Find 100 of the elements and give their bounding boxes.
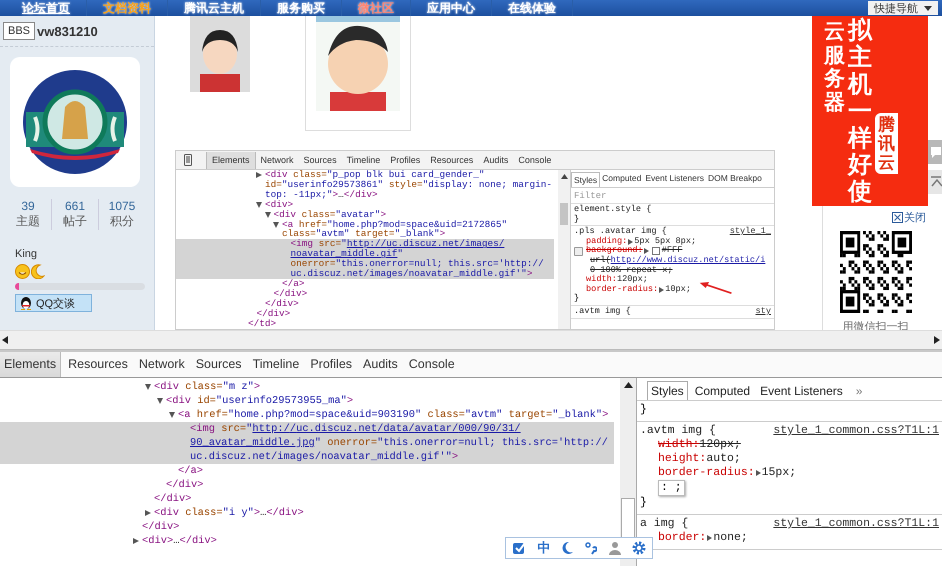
expand-arrow-icon[interactable] [659,286,664,293]
punctuation-icon[interactable] [585,541,598,555]
ad-text: 云服务器 [824,20,845,114]
styles-tab[interactable]: Event Listeners [643,170,706,187]
devtools-tab[interactable]: Elements [0,352,62,377]
vertical-scrollbar[interactable] [558,170,570,329]
scrollbar-thumb[interactable] [621,498,635,540]
device-icon[interactable] [184,154,192,166]
caret-icon [924,6,932,10]
devtools-tab[interactable]: Timeline [342,152,386,168]
code-line: <div class="i y">…</div> [154,506,304,520]
source-link[interactable]: style_1_common.css?T1L:1 [773,517,939,531]
css-selector: element.style { [574,205,652,214]
devtools-tab[interactable]: Network [134,352,189,377]
css-value: 10px; [665,284,691,294]
expand-arrow-icon[interactable] [145,510,151,516]
expand-arrow-icon[interactable] [273,222,279,228]
scroll-right-icon[interactable] [934,336,940,344]
devtools-tab[interactable]: Audits [478,152,514,168]
devtools-tab[interactable]: Resources [425,152,478,168]
styles-tab[interactable]: Styles [571,172,600,187]
username[interactable]: vw831210 [37,24,98,38]
nav-link[interactable]: 应用中心 [411,0,492,16]
css-value: none; [713,531,748,545]
scroll-left-icon[interactable] [2,336,8,344]
devtools-tab[interactable]: Console [404,352,459,377]
code-line: </div> [142,520,180,534]
css-edit-field[interactable]: : ; [658,480,685,496]
css-selector: .avtm img { [640,424,716,438]
styles-tab[interactable]: Styles [647,381,688,400]
expand-arrow-icon[interactable] [256,202,262,208]
scroll-up-icon[interactable] [624,382,632,388]
code-line: <div class="avatar"> [274,210,386,220]
stat-value[interactable]: 39 [21,199,35,213]
close-link[interactable]: 关闭 [892,210,926,226]
devtools-tab[interactable]: Elements [206,152,256,168]
source-link[interactable]: sty [756,306,771,317]
quick-nav-dropdown[interactable]: 快捷导航 [868,1,938,15]
scroll-up-icon[interactable] [560,174,568,179]
horizontal-scrollbar[interactable] [0,330,942,350]
user-icon[interactable] [608,541,621,555]
expand-arrow-icon[interactable] [628,238,634,245]
qq-chat-button[interactable]: QQ交谈 [15,294,92,312]
expand-arrow-icon[interactable] [756,470,761,476]
devtools-tab[interactable]: Audits [359,352,402,377]
tooltip: BBS [3,22,36,40]
css-value: 5px 5px 8px; [634,236,696,246]
code-line: <div> [265,200,294,210]
styles-tab[interactable]: Computed [600,170,644,187]
styles-tab[interactable]: Computed [692,382,754,400]
color-swatch[interactable] [652,247,660,256]
scrollbar-thumb[interactable] [560,203,568,225]
back-to-top-icon[interactable] [928,170,942,194]
devtools-tab[interactable]: Sources [192,352,246,377]
css-property: height: [658,452,706,466]
source-link[interactable]: style_1_ [730,227,771,237]
expand-arrow-icon[interactable] [256,172,262,178]
css-value: #FFF [662,246,682,256]
code-line: <div class="p_pop blk bui card_gender_" id="userinfo29573861" style="display: none; margin-top: -11px;">…</div> [265,170,553,200]
expand-arrow-icon[interactable] [133,538,139,544]
css-value: 15px; [762,466,796,480]
css-selector: .pls .avatar img { [574,227,667,236]
source-link[interactable]: style_1_common.css?T1L:1 [773,424,939,438]
devtools-tab[interactable]: Network [256,152,299,168]
stat-value[interactable]: 1075 [108,199,136,213]
css-property: width: [586,275,617,284]
devtools-tab[interactable]: Sources [298,152,342,168]
devtools-tab[interactable]: Profiles [385,152,426,168]
styles-tab[interactable]: DOM Breakpo [706,170,764,187]
css-brace: } [574,294,580,304]
expand-arrow-icon[interactable] [707,535,712,541]
expand-arrow-icon[interactable] [157,398,163,404]
css-value: 0 100% repeat-x; [590,266,674,275]
code-line: </td> [248,318,276,328]
css-value: auto; [706,452,741,466]
checkbox[interactable] [574,246,583,256]
stat-value[interactable]: 661 [64,199,86,213]
code-line: </a> [178,464,203,478]
close-icon[interactable] [892,212,903,224]
code-line: <a href="home.php?mod=space&uid=903190" class="avtm" target="_blank"> [178,408,608,422]
settings-icon[interactable] [632,541,646,555]
code-line: <a href="home.php?mod=space&uid=2172865" class="avtm" target="_blank"> [282,220,508,240]
devtools-tab[interactable]: Resources [64,352,132,377]
devtools-tab[interactable]: Console [513,152,556,168]
input-mode-toggle[interactable]: 中 [537,539,550,557]
penguin-icon [20,296,32,310]
devtools-tab[interactable]: Timeline [248,352,304,377]
devtools-tab[interactable]: Profiles [306,352,356,377]
checkbox-icon[interactable] [512,541,526,555]
css-value: url(http://www.discuz.net/static/i [589,256,766,266]
moon-icon[interactable] [562,541,574,555]
css-selector: .avtm img { [574,306,631,317]
expand-arrow-icon[interactable] [264,212,270,218]
styles-tab[interactable]: Event Listeners [757,382,846,400]
stat-label: 主题 [16,213,40,230]
more-tabs-button[interactable]: » [850,382,868,400]
code-line: </a> [282,278,305,289]
nav-link[interactable]: 在线体验 [492,0,573,16]
stat-label: 积分 [110,213,134,230]
expand-arrow-icon[interactable] [145,384,151,390]
